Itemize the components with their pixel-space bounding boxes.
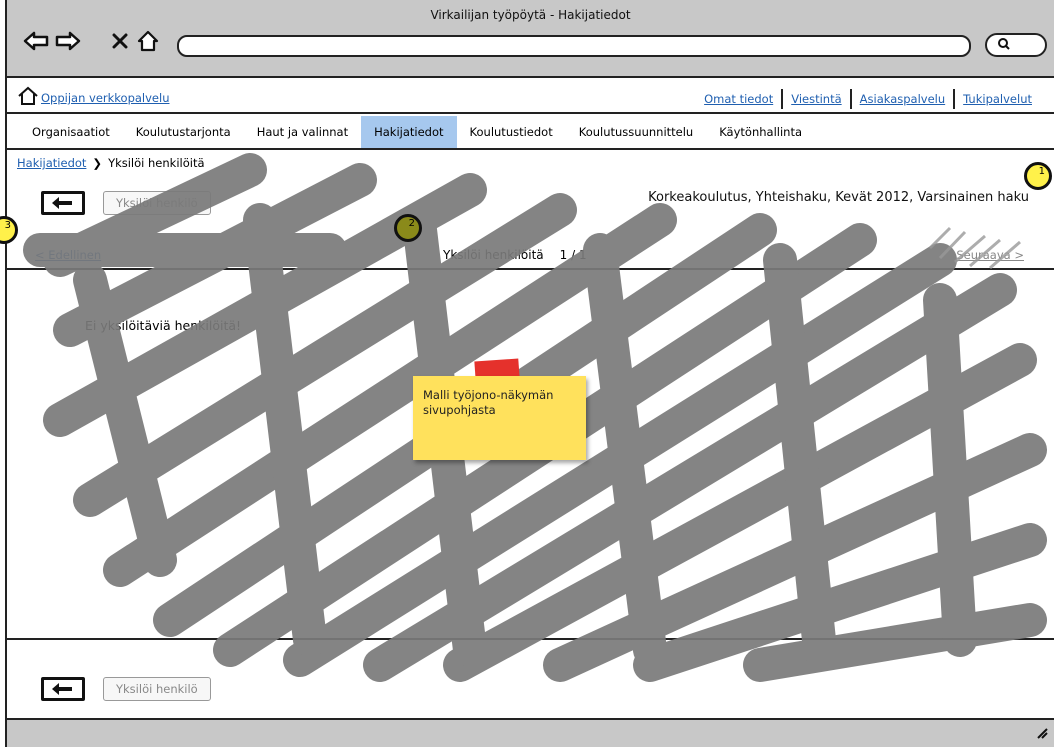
tab-kaytonhallinta[interactable]: Käytönhallinta xyxy=(706,116,815,148)
identify-person-button[interactable]: Yksilöi henkilö xyxy=(103,191,211,215)
pager-label: Yksilöi henkilöitä xyxy=(443,248,544,262)
arrow-left-icon[interactable] xyxy=(23,28,49,54)
divider xyxy=(7,268,1054,270)
tab-koulutussuunnittelu[interactable]: Koulutussuunnittelu xyxy=(566,116,706,148)
arrow-right-icon[interactable] xyxy=(55,28,81,54)
tab-organisaatiot[interactable]: Organisaatiot xyxy=(19,116,123,148)
annotation-marker-2: 2 xyxy=(394,214,422,242)
browser-chrome: Virkailijan työpöytä - Hakijatiedot xyxy=(7,0,1054,78)
prev-link[interactable]: < Edellinen xyxy=(35,248,101,262)
top-link-support[interactable]: Tukipalvelut xyxy=(955,92,1040,106)
empty-message: Ei yksilöitäviä henkilöitä! xyxy=(85,318,242,333)
tab-haut-ja-valinnat[interactable]: Haut ja valinnat xyxy=(244,116,361,148)
resize-grip-icon[interactable] xyxy=(1034,724,1048,743)
url-bar[interactable] xyxy=(177,35,971,57)
identify-person-button-bottom[interactable]: Yksilöi henkilö xyxy=(103,677,211,701)
search-icon xyxy=(997,36,1011,55)
home-icon[interactable] xyxy=(135,28,161,54)
pager-count: 1 / 1 xyxy=(559,248,587,262)
chevron-right-icon: ❯ xyxy=(92,156,103,170)
breadcrumb: Hakijatiedot ❯ Yksilöi henkilöitä xyxy=(17,156,205,170)
portal-link[interactable]: Oppijan verkkopalvelu xyxy=(41,91,170,105)
top-link-own-info[interactable]: Omat tiedot xyxy=(696,92,781,106)
site-header: Oppijan verkkopalvelu Omat tiedot Viesti… xyxy=(7,80,1054,114)
back-button[interactable] xyxy=(41,191,85,215)
breadcrumb-current: Yksilöi henkilöitä xyxy=(108,156,205,170)
back-button-bottom[interactable] xyxy=(41,677,85,701)
top-links: Omat tiedot Viestintä Asiakaspalvelu Tuk… xyxy=(696,88,1040,110)
tab-koulutustiedot[interactable]: Koulutustiedot xyxy=(457,116,566,148)
main-tabs: Organisaatiot Koulutustarjonta Haut ja v… xyxy=(7,116,1054,150)
tab-koulutustarjonta[interactable]: Koulutustarjonta xyxy=(123,116,244,148)
sticky-note-text: Malli työjono-näkymän sivupohjasta xyxy=(423,388,554,417)
pager-title: Yksilöi henkilöitä 1 / 1 xyxy=(443,248,587,262)
context-title: Korkeakoulutus, Yhteishaku, Kevät 2012, … xyxy=(648,190,1029,205)
close-icon[interactable] xyxy=(107,28,133,54)
home-icon[interactable] xyxy=(17,86,39,110)
return-arrow-icon xyxy=(52,197,72,209)
next-link[interactable]: Seuraava > xyxy=(956,248,1024,262)
browser-search[interactable] xyxy=(985,33,1047,57)
browser-window: Virkailijan työpöytä - Hakijatiedot Oppi… xyxy=(5,0,1054,747)
sticky-note: Malli työjono-näkymän sivupohjasta xyxy=(413,376,586,460)
return-arrow-icon xyxy=(52,683,72,695)
breadcrumb-root[interactable]: Hakijatiedot xyxy=(17,156,86,170)
top-link-messaging[interactable]: Viestintä xyxy=(783,92,849,106)
top-link-customer-service[interactable]: Asiakaspalvelu xyxy=(852,92,954,106)
tab-hakijatiedot[interactable]: Hakijatiedot xyxy=(361,116,457,148)
window-title: Virkailijan työpöytä - Hakijatiedot xyxy=(430,8,631,22)
status-bar xyxy=(7,718,1054,747)
annotation-marker-1: 1 xyxy=(1024,162,1052,190)
divider xyxy=(7,638,1054,640)
